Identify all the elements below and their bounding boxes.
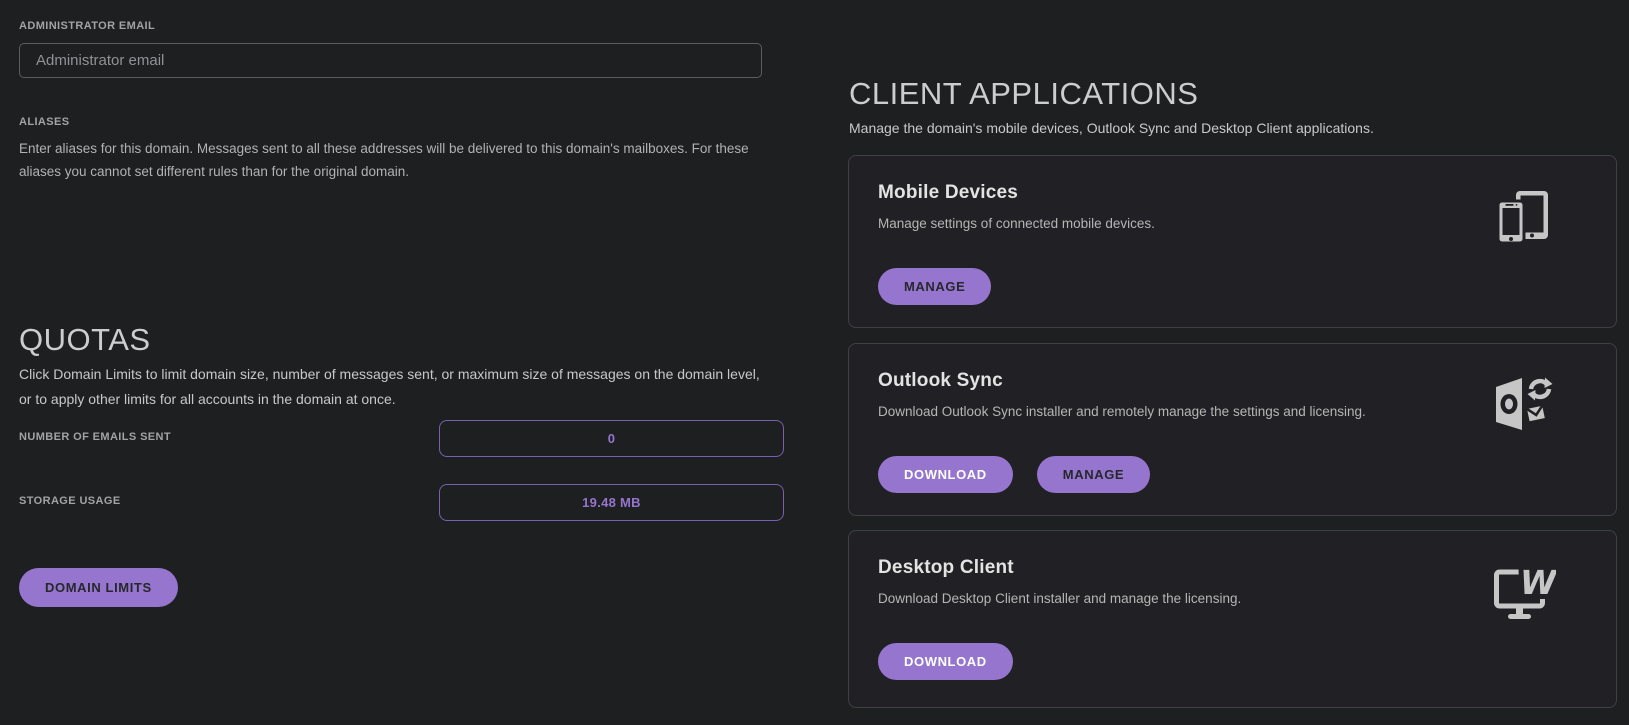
outlook-sync-card-actions: DOWNLOAD MANAGE <box>878 456 1151 493</box>
outlook-sync-download-button[interactable]: DOWNLOAD <box>878 456 1013 493</box>
desktop-client-card-title: Desktop Client <box>878 557 1014 578</box>
mobile-devices-card-description: Manage settings of connected mobile devi… <box>878 216 1155 231</box>
aliases-description: Enter aliases for this domain. Messages … <box>19 141 749 179</box>
mobile-devices-manage-button[interactable]: MANAGE <box>878 268 992 305</box>
domain-settings-page: ADMINISTRATOR EMAIL ALIASES Enter aliase… <box>0 0 1629 725</box>
mobile-devices-card-actions: MANAGE <box>878 268 992 305</box>
emails-sent-value: 0 <box>607 431 616 446</box>
storage-usage-field[interactable]: 19.48 MB <box>439 484 784 521</box>
administrator-email-input[interactable] <box>19 43 762 78</box>
emails-sent-field[interactable]: 0 <box>439 420 784 457</box>
outlook-sync-icon <box>1494 376 1553 434</box>
desktop-client-card-description: Download Desktop Client installer and ma… <box>878 591 1242 606</box>
desktop-client-card-actions: DOWNLOAD <box>878 643 1013 680</box>
domain-settings-column: ADMINISTRATOR EMAIL ALIASES Enter aliase… <box>19 0 785 725</box>
outlook-sync-card: Outlook Sync Download Outlook Sync insta… <box>848 343 1617 516</box>
client-applications-heading: CLIENT APPLICATIONS <box>849 76 1199 111</box>
storage-usage-label: STORAGE USAGE <box>19 495 121 507</box>
desktop-client-icon: W W <box>1494 563 1556 621</box>
emails-sent-label: NUMBER OF EMAILS SENT <box>19 431 172 443</box>
desktop-client-card: Desktop Client Download Desktop Client i… <box>848 530 1617 708</box>
client-applications-subtitle: Manage the domain's mobile devices, Outl… <box>849 120 1374 136</box>
mobile-devices-icon <box>1494 188 1552 246</box>
mobile-devices-card-title: Mobile Devices <box>878 182 1019 203</box>
outlook-sync-manage-button[interactable]: MANAGE <box>1036 456 1151 493</box>
outlook-sync-card-description: Download Outlook Sync installer and remo… <box>878 404 1366 419</box>
aliases-label: ALIASES <box>19 116 70 128</box>
svg-text:W: W <box>1520 563 1556 602</box>
client-applications-section: CLIENT APPLICATIONS Manage the domain's … <box>848 0 1617 725</box>
quotas-description: Click Domain Limits to limit domain size… <box>19 366 760 407</box>
outlook-sync-card-title: Outlook Sync <box>878 370 1003 391</box>
domain-limits-button[interactable]: DOMAIN LIMITS <box>19 568 178 607</box>
storage-usage-value: 19.48 MB <box>582 495 641 510</box>
desktop-client-download-button[interactable]: DOWNLOAD <box>878 643 1013 680</box>
administrator-email-label: ADMINISTRATOR EMAIL <box>19 20 156 32</box>
mobile-devices-card: Mobile Devices Manage settings of connec… <box>848 155 1617 328</box>
quotas-heading: QUOTAS <box>19 322 151 357</box>
